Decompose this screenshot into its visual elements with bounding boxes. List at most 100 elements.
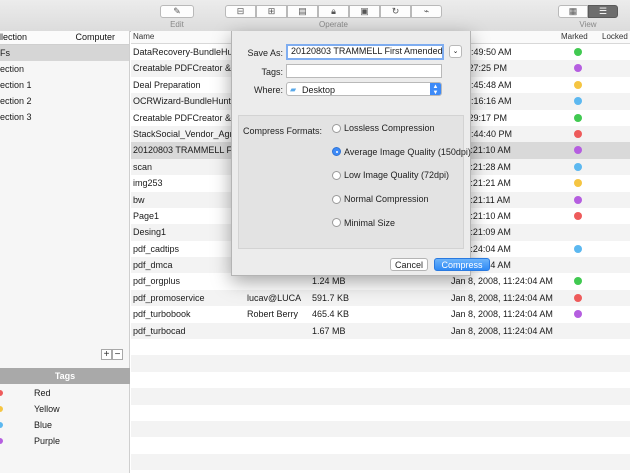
- sidebar-item-collection[interactable]: ection: [0, 61, 129, 77]
- tag-label: Blue: [34, 420, 53, 430]
- compress-options-panel: Compress Formats: Lossless Compression Av…: [238, 115, 471, 249]
- tab-computer[interactable]: Computer: [62, 31, 130, 44]
- tags-list: Red Yellow Blue Purple: [0, 385, 130, 449]
- file-name-cell: img253: [133, 178, 163, 189]
- tag-item-purple[interactable]: Purple: [0, 433, 130, 449]
- marked-dot[interactable]: [574, 97, 582, 106]
- compress-formats-label: Compress Formats:: [243, 126, 323, 136]
- compress-option-radio[interactable]: Normal Compression: [332, 194, 429, 204]
- cancel-button[interactable]: Cancel: [390, 258, 428, 271]
- merge-button[interactable]: ⊞: [256, 5, 287, 18]
- sidebar-tabs: ollection Computer: [0, 31, 129, 45]
- tag-item-red[interactable]: Red: [0, 385, 130, 401]
- marked-dot[interactable]: [574, 80, 582, 89]
- view-label: View: [579, 20, 597, 29]
- tag-item-yellow[interactable]: Yellow: [0, 401, 130, 417]
- chevron-down-icon: ⌄: [452, 48, 459, 55]
- marked-dot[interactable]: [574, 113, 582, 122]
- table-row[interactable]: pdf_turbobook Robert Berry 465.4 KB Jan 8, …: [131, 306, 630, 322]
- remove-collection-button[interactable]: −: [112, 349, 123, 360]
- expand-dialog-button[interactable]: ⌄: [449, 45, 462, 58]
- tags-field[interactable]: [286, 64, 442, 78]
- file-name-cell: Creatable PDFCreator & V: [133, 112, 240, 123]
- sidebar-item-collection-3[interactable]: ection 3: [0, 109, 129, 125]
- size-cell: 1.24 MB: [312, 276, 346, 287]
- updown-chevron-icon: ▲ ▼: [430, 83, 441, 96]
- image-button[interactable]: ▣: [349, 5, 380, 18]
- edit-button[interactable]: ✎: [160, 5, 194, 18]
- marked-dot[interactable]: [574, 64, 582, 73]
- lock-button[interactable]: 🔒︎: [318, 5, 349, 18]
- column-header-name[interactable]: Name: [133, 32, 154, 41]
- table-row[interactable]: [131, 355, 630, 372]
- compress-tool-button[interactable]: ⌁: [411, 5, 442, 18]
- file-name-cell: DataRecovery-BundleHunt: [133, 47, 241, 57]
- marked-dot[interactable]: [574, 129, 582, 138]
- marked-dot[interactable]: [574, 244, 582, 253]
- file-name-cell: scan: [133, 161, 153, 172]
- table-row[interactable]: [131, 437, 630, 453]
- compress-button[interactable]: Compress: [434, 258, 490, 271]
- marked-dot[interactable]: [574, 211, 582, 220]
- marked-dot[interactable]: [574, 310, 582, 319]
- sidebar-item-collection-2[interactable]: ection 2: [0, 93, 129, 109]
- table-row[interactable]: [131, 372, 630, 388]
- grid-icon: ▦: [568, 6, 578, 16]
- split-button[interactable]: ⊟: [225, 5, 256, 18]
- marked-dot[interactable]: [574, 146, 582, 155]
- page-button[interactable]: ▤: [287, 5, 318, 18]
- page-icon: ▤: [298, 6, 307, 16]
- view-group: ▦ ☰: [558, 5, 618, 18]
- image-icon: ▣: [360, 6, 369, 16]
- marked-dot[interactable]: [574, 293, 582, 302]
- file-name-cell: pdf_orgplus: [133, 276, 181, 287]
- file-name-cell: pdf_turbobook: [133, 309, 191, 320]
- table-row[interactable]: [131, 420, 630, 438]
- compress-option-radio[interactable]: Low Image Quality (72dpi): [332, 170, 449, 180]
- marked-dot[interactable]: [574, 195, 582, 204]
- compress-option-radio[interactable]: Average Image Quality (150dpi): [332, 147, 471, 157]
- marked-dot[interactable]: [574, 179, 582, 188]
- file-name-cell: Desing1: [133, 227, 167, 238]
- table-row[interactable]: pdf_turbocad 1.67 MB Jan 8, 2008, 11:24:04…: [131, 322, 630, 340]
- tag-color-dot: [0, 422, 3, 428]
- date-cell: Jan 8, 2008, 11:24:04 AM: [451, 292, 553, 303]
- table-row[interactable]: pdf_promoservice lucav@LUCA 591.7 KB Jan 8,…: [131, 289, 630, 307]
- marked-dot[interactable]: [574, 48, 582, 56]
- radio-label: Minimal Size: [344, 217, 396, 228]
- grid-view-button[interactable]: ▦: [558, 5, 588, 18]
- marked-dot[interactable]: [574, 277, 582, 286]
- merge-icon: ⊞: [267, 6, 276, 16]
- edit-label: Edit: [170, 20, 184, 29]
- file-name-cell: bw: [133, 194, 145, 205]
- table-row[interactable]: [131, 453, 630, 471]
- sidebar-item-pdfs[interactable]: Fs: [0, 45, 129, 61]
- file-name-cell: OCRWizard-BundleHuntVe: [133, 96, 242, 107]
- rotate-icon: ↻: [391, 6, 400, 16]
- compress-option-radio[interactable]: Minimal Size: [332, 218, 395, 228]
- compress-option-radio[interactable]: Lossless Compression: [332, 123, 435, 133]
- rotate-button[interactable]: ↻: [380, 5, 411, 18]
- date-cell: Jan 8, 2008, 11:24:04 AM: [451, 309, 553, 320]
- tag-label: Purple: [34, 436, 61, 446]
- sidebar-item-collection-1[interactable]: ection 1: [0, 77, 129, 93]
- save-as-label: Save As:: [247, 48, 283, 58]
- column-header-marked[interactable]: Marked: [561, 32, 588, 41]
- file-name-cell: pdf_dmca: [133, 260, 173, 271]
- lock-icon: 🔒︎: [331, 6, 336, 16]
- table-row[interactable]: [131, 405, 630, 421]
- marked-dot[interactable]: [574, 162, 582, 171]
- folder-icon: ▰: [290, 85, 297, 94]
- tag-color-dot: [0, 406, 3, 412]
- table-row[interactable]: [131, 388, 630, 405]
- save-as-field[interactable]: 20120803 TRAMMELL First Amended C: [286, 44, 444, 60]
- file-name-cell: pdf_turbocad: [133, 325, 186, 336]
- column-header-locked[interactable]: Locked: [602, 32, 628, 41]
- list-view-button[interactable]: ☰: [588, 5, 618, 18]
- where-select[interactable]: ▰ Desktop ▲ ▼: [286, 82, 442, 96]
- tag-item-blue[interactable]: Blue: [0, 417, 130, 433]
- operate-group: ⊟ ⊞ ▤ 🔒︎ ▣ ↻ ⌁: [225, 5, 442, 18]
- add-collection-button[interactable]: +: [101, 349, 112, 360]
- tab-collection[interactable]: ollection: [0, 31, 62, 44]
- table-row[interactable]: [131, 339, 630, 355]
